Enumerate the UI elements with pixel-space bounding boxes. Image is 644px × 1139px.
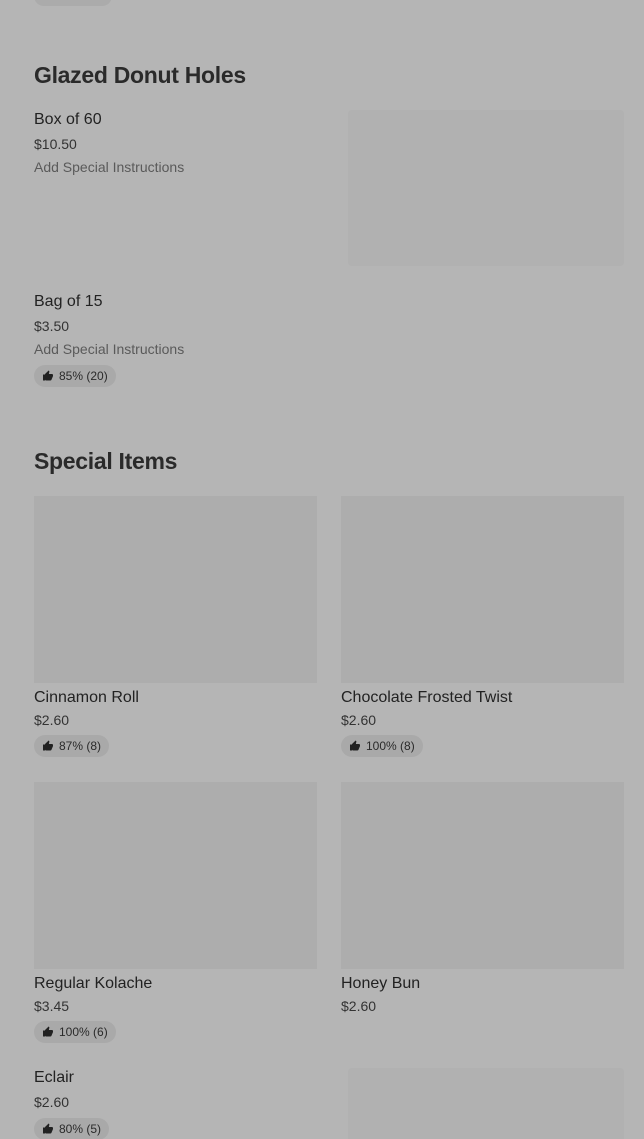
thumbs-up-icon	[43, 1123, 53, 1134]
menu-item-bag-of-15[interactable]: Bag of 15 $3.50 Add Special Instructions…	[34, 292, 334, 387]
item-price: $2.60	[341, 712, 377, 728]
menu-item-eclair[interactable]: Eclair $2.60 80% (5)	[34, 1068, 334, 1139]
item-image	[34, 782, 317, 969]
item-name: Chocolate Frosted Twist	[341, 689, 513, 706]
item-name: Bag of 15	[34, 293, 103, 310]
menu-item-box-of-60[interactable]: Box of 60 $10.50 Add Special Instruction…	[34, 110, 334, 176]
item-image-eclair[interactable]	[348, 1068, 624, 1139]
rating-text: 80% (5)	[59, 1122, 102, 1136]
menu-card-chocolate-frosted-twist[interactable]: Chocolate Frosted Twist $2.60 100% (8)	[341, 496, 624, 757]
section-title-special-items: Special Items	[34, 448, 178, 474]
rating-badge: 87% (8)	[34, 735, 110, 757]
rating-badge: 100% (6)	[34, 1021, 116, 1043]
add-special-instructions-link[interactable]: Add Special Instructions	[34, 158, 334, 176]
rating-badge: 85% (20)	[34, 365, 116, 387]
menu-page: Glazed Donut Holes Box of 60 $10.50 Add …	[0, 0, 644, 1139]
rating-text: 100% (8)	[366, 739, 415, 753]
item-name: Eclair	[34, 1069, 75, 1086]
rating-badge: 100% (8)	[341, 735, 423, 757]
add-special-instructions-link[interactable]: Add Special Instructions	[34, 340, 334, 358]
thumbs-up-icon	[43, 1026, 53, 1037]
item-price: $2.60	[34, 1094, 70, 1110]
menu-card-regular-kolache[interactable]: Regular Kolache $3.45 100% (6)	[34, 782, 317, 1043]
item-price: $3.50	[34, 318, 70, 334]
item-name: Regular Kolache	[34, 975, 153, 992]
rating-badge: 80% (5)	[34, 1118, 110, 1139]
section-title-glazed-donut-holes: Glazed Donut Holes	[34, 62, 246, 88]
thumbs-up-icon	[43, 740, 53, 751]
rating-text: 85% (20)	[59, 369, 108, 383]
item-price: $10.50	[34, 136, 77, 152]
thumbs-up-icon	[43, 370, 53, 381]
item-image-box-of-60[interactable]	[348, 110, 624, 266]
item-price: $2.60	[34, 712, 70, 728]
item-name: Box of 60	[34, 111, 102, 128]
item-name: Honey Bun	[341, 975, 421, 992]
rating-text: 100% (6)	[59, 1025, 108, 1039]
item-price: $3.45	[34, 998, 70, 1014]
item-image	[34, 496, 317, 683]
menu-card-cinnamon-roll[interactable]: Cinnamon Roll $2.60 87% (8)	[34, 496, 317, 757]
item-image	[341, 496, 624, 683]
item-name: Cinnamon Roll	[34, 689, 139, 706]
rating-badge-partial	[34, 0, 112, 6]
item-price: $2.60	[341, 998, 377, 1014]
thumbs-up-icon	[350, 740, 360, 751]
item-image	[341, 782, 624, 969]
rating-text: 87% (8)	[59, 739, 102, 753]
menu-card-honey-bun[interactable]: Honey Bun $2.60	[341, 782, 624, 1015]
